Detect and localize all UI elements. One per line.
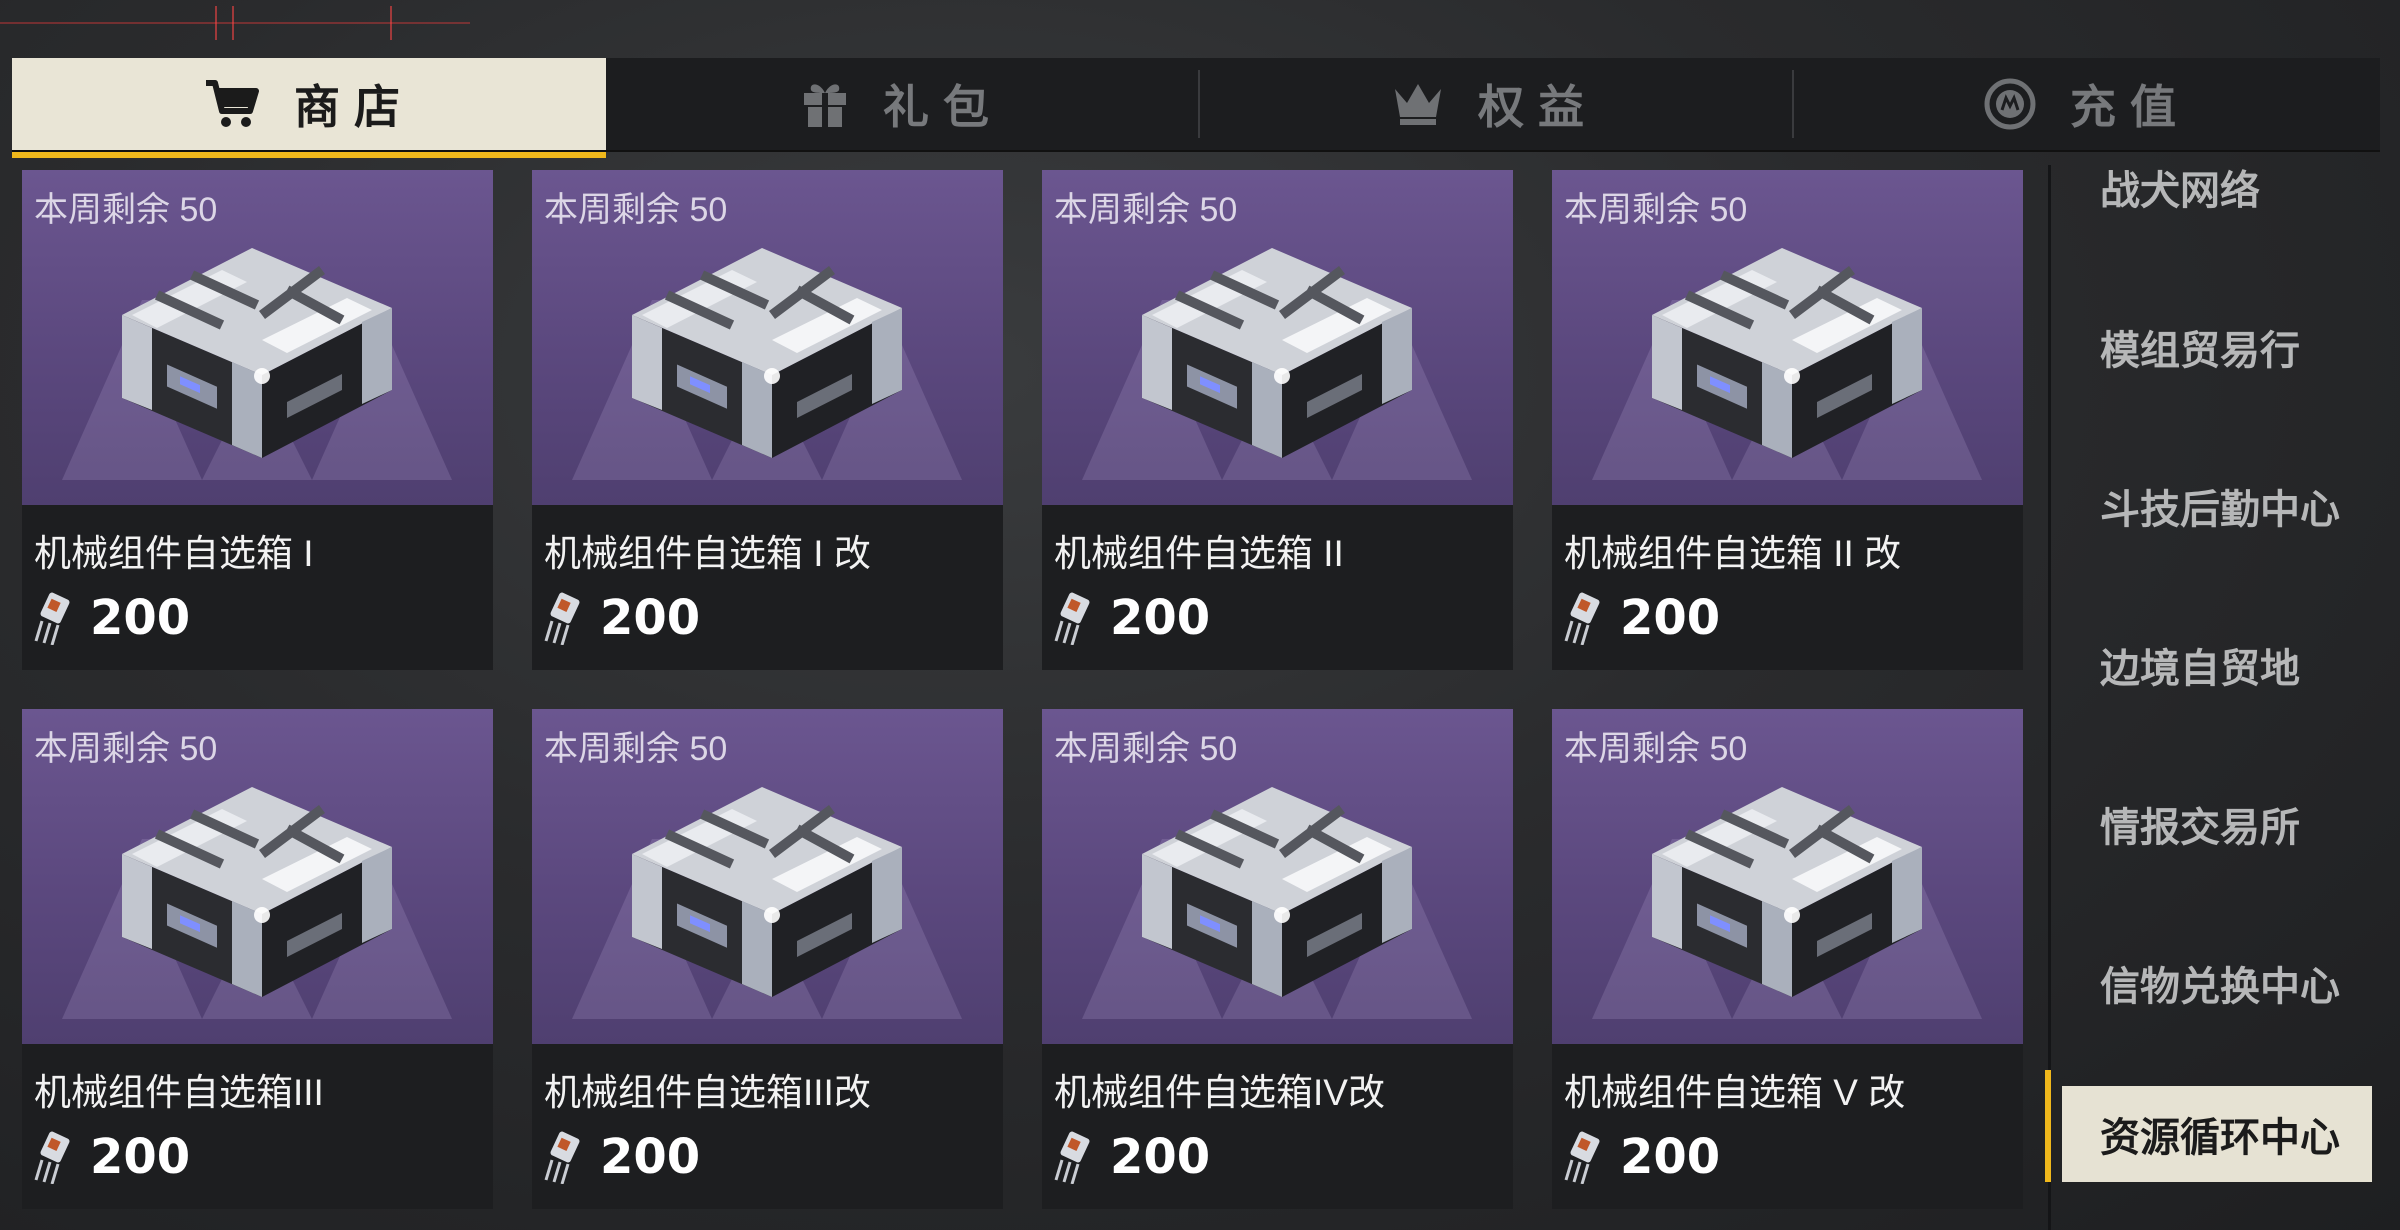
crown-icon <box>1392 81 1444 127</box>
price-value: 200 <box>600 590 701 646</box>
item-price: 200 <box>1054 1127 1210 1187</box>
sidebar-item-border-freetrade[interactable]: 边境自贸地 <box>2100 636 2360 694</box>
mech-crate-icon <box>1652 248 1922 458</box>
item-name: 机械组件自选箱 I <box>34 533 314 574</box>
tab-recharge[interactable]: 充值 <box>1794 58 2380 150</box>
sidebar-item-token-exchange[interactable]: 信物兑换中心 <box>2100 954 2360 1012</box>
component-chip-icon <box>1564 1131 1600 1184</box>
component-chip-icon <box>544 592 580 645</box>
item-name: 机械组件自选箱III改 <box>544 1072 871 1113</box>
item-price: 200 <box>1564 1127 1720 1187</box>
decorative-tick <box>215 6 217 40</box>
tab-gift[interactable]: 礼包 <box>606 58 1198 150</box>
mech-crate-icon <box>632 787 902 997</box>
shop-item-card[interactable]: 本周剩余 50 机械组件自选箱IV改 200 <box>1042 709 1513 1209</box>
item-price: 200 <box>34 588 190 648</box>
item-price: 200 <box>544 588 700 648</box>
item-price: 200 <box>34 1127 190 1187</box>
decorative-tick <box>390 6 392 40</box>
weekly-remaining-label: 本周剩余 50 <box>1564 730 1748 768</box>
price-value: 200 <box>1110 590 1211 646</box>
top-tab-bar: 商店 礼包 权益 充值 <box>12 58 2380 158</box>
shop-item-card[interactable]: 本周剩余 50 机械组件自选箱 I 改 200 <box>532 170 1003 670</box>
item-name: 机械组件自选箱III <box>34 1072 324 1113</box>
sidebar-active-indicator <box>2045 1070 2051 1182</box>
sidebar-item-resource-recycle[interactable]: 资源循环中心 <box>2062 1086 2372 1182</box>
mech-crate-icon <box>122 248 392 458</box>
price-value: 200 <box>90 590 191 646</box>
weekly-remaining-label: 本周剩余 50 <box>544 730 728 768</box>
tab-label: 充值 <box>2070 81 2190 133</box>
weekly-remaining-label: 本周剩余 50 <box>544 191 728 229</box>
tab-label: 商店 <box>294 81 414 133</box>
shop-item-card[interactable]: 本周剩余 50 机械组件自选箱 I 200 <box>22 170 493 670</box>
gift-icon <box>801 79 849 129</box>
weekly-remaining-label: 本周剩余 50 <box>34 730 218 768</box>
cart-icon <box>204 79 260 129</box>
decorative-tick <box>232 6 234 40</box>
component-chip-icon <box>1054 1131 1090 1184</box>
tab-label: 礼包 <box>883 81 1003 133</box>
weekly-remaining-label: 本周剩余 50 <box>1054 191 1238 229</box>
item-name: 机械组件自选箱IV改 <box>1054 1072 1385 1113</box>
tab-shop[interactable]: 商店 <box>12 58 606 158</box>
sidebar-item-module-trade[interactable]: 模组贸易行 <box>2100 318 2360 376</box>
item-name: 机械组件自选箱 V 改 <box>1564 1072 1906 1113</box>
tab-label: 权益 <box>1478 81 1598 133</box>
weekly-remaining-label: 本周剩余 50 <box>34 191 218 229</box>
component-chip-icon <box>544 1131 580 1184</box>
price-value: 200 <box>1620 590 1721 646</box>
sidebar-item-arena-logistics[interactable]: 斗技后勤中心 <box>2100 477 2360 535</box>
weekly-remaining-label: 本周剩余 50 <box>1054 730 1238 768</box>
mech-crate-icon <box>1652 787 1922 997</box>
mech-crate-icon <box>122 787 392 997</box>
mech-crate-icon <box>1142 787 1412 997</box>
shop-item-card[interactable]: 本周剩余 50 机械组件自选箱III 200 <box>22 709 493 1209</box>
item-price: 200 <box>544 1127 700 1187</box>
mech-crate-icon <box>1142 248 1412 458</box>
shop-item-card[interactable]: 本周剩余 50 机械组件自选箱 II 200 <box>1042 170 1513 670</box>
price-value: 200 <box>1620 1129 1721 1185</box>
shop-item-card[interactable]: 本周剩余 50 机械组件自选箱 V 改 200 <box>1552 709 2023 1209</box>
item-name: 机械组件自选箱 II <box>1054 533 1344 574</box>
shop-item-card[interactable]: 本周剩余 50 机械组件自选箱III改 200 <box>532 709 1003 1209</box>
coin-icon <box>1984 78 2036 130</box>
weekly-remaining-label: 本周剩余 50 <box>1564 191 1748 229</box>
component-chip-icon <box>1564 592 1600 645</box>
price-value: 200 <box>600 1129 701 1185</box>
item-name: 机械组件自选箱 I 改 <box>544 533 871 574</box>
component-chip-icon <box>34 592 70 645</box>
component-chip-icon <box>1054 592 1090 645</box>
price-value: 200 <box>1110 1129 1211 1185</box>
decorative-line <box>0 22 470 24</box>
component-chip-icon <box>34 1131 70 1184</box>
tab-benefits[interactable]: 权益 <box>1200 58 1790 150</box>
item-price: 200 <box>1054 588 1210 648</box>
mech-crate-icon <box>632 248 902 458</box>
shop-item-card[interactable]: 本周剩余 50 机械组件自选箱 II 改 200 <box>1552 170 2023 670</box>
item-price: 200 <box>1564 588 1720 648</box>
price-value: 200 <box>90 1129 191 1185</box>
item-name: 机械组件自选箱 II 改 <box>1564 533 1902 574</box>
sidebar-item-war-dog-network[interactable]: 战犬网络 <box>2100 158 2360 216</box>
sidebar-item-intel-exchange[interactable]: 情报交易所 <box>2100 795 2360 853</box>
